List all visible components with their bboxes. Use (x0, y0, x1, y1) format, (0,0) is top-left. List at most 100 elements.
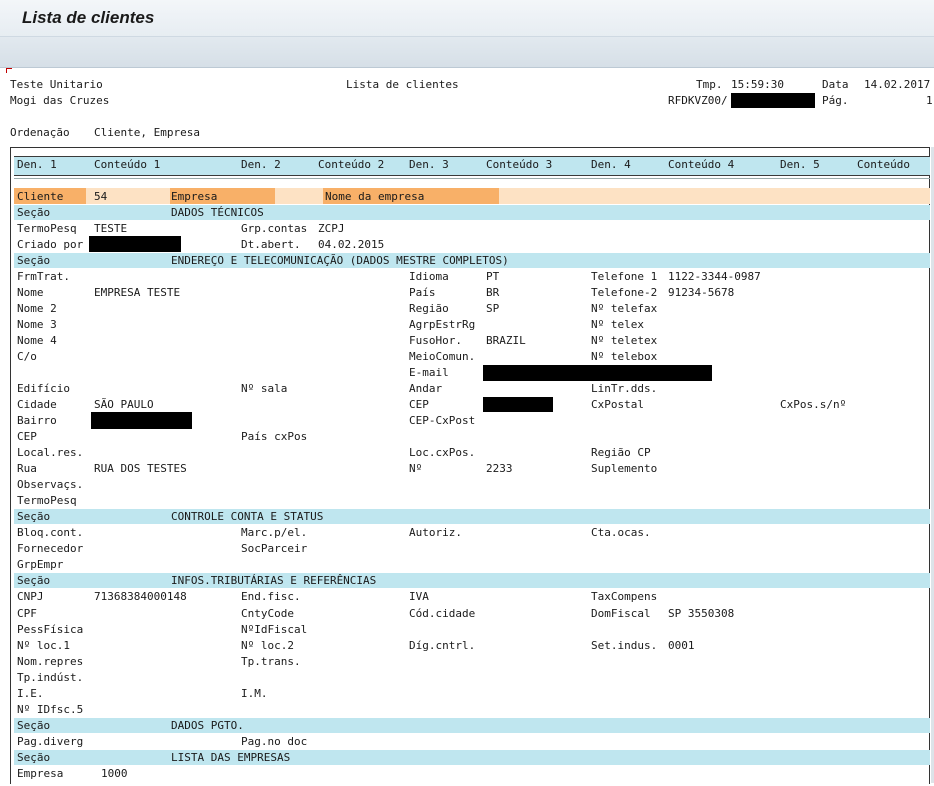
field-label: Nº teletex (591, 334, 658, 347)
field-label: Bloq.cont. (17, 526, 84, 539)
field-label: CNPJ (17, 590, 44, 603)
field-label: Nº telebox (591, 350, 658, 363)
section-label: Seção (17, 510, 51, 523)
field-label: CEP (409, 398, 429, 411)
section-title: ENDEREÇO E TELECOMUNICAÇÃO (DADOS MESTRE… (171, 254, 509, 267)
record-client-value[interactable]: 54 (94, 190, 107, 204)
field-value: SP (486, 302, 500, 315)
field-label: C/o (17, 350, 37, 363)
field-label: CEP (17, 430, 37, 443)
column-header[interactable]: Den. 4 (591, 158, 631, 172)
section-label: Seção (17, 574, 51, 587)
field-label: Edifício (17, 382, 70, 395)
column-header[interactable]: Conteúdo 3 (486, 158, 552, 172)
column-header[interactable]: Den. 2 (241, 158, 281, 172)
field-value: 04.02.2015 (318, 238, 385, 251)
field-label: Set.indus. (591, 639, 658, 652)
field-label: TermoPesq (17, 222, 77, 235)
column-header[interactable]: Den. 3 (409, 158, 449, 172)
field-label: Bairro (17, 414, 57, 427)
field-label: Loc.cxPos. (409, 446, 476, 459)
field-value: ZCPJ (318, 222, 345, 235)
field-label: CPF (17, 607, 37, 620)
field-label: Criado por (17, 238, 84, 251)
field-label: Cód.cidade (409, 607, 476, 620)
field-label: TaxCompens (591, 590, 658, 603)
field-label: CEP-CxPost (409, 414, 476, 427)
field-value: EMPRESA TESTE (94, 286, 181, 299)
record-client-label: Cliente (17, 190, 64, 203)
redacted-block (89, 236, 181, 252)
field-label: Pag.no doc (241, 735, 308, 748)
field-value: BR (486, 286, 500, 299)
field-label: Região (409, 302, 449, 315)
field-label: Díg.cntrl. (409, 639, 476, 652)
section-title: LISTA DAS EMPRESAS (171, 751, 291, 764)
field-label: End.fisc. (241, 590, 301, 603)
field-value: RUA DOS TESTES (94, 462, 187, 475)
field-value: 1000 (101, 767, 128, 780)
field-label: Autoriz. (409, 526, 462, 539)
field-label: Local.res. (17, 446, 84, 459)
field-label: Nome 2 (17, 302, 57, 315)
field-label: CntyCode (241, 607, 294, 620)
field-value: 2233 (486, 462, 513, 475)
field-label: Nº loc.1 (17, 639, 70, 652)
field-label: Cta.ocas. (591, 526, 651, 539)
section-title: DADOS TÉCNICOS (171, 206, 264, 219)
column-header[interactable]: Den. 5 (780, 158, 820, 172)
section-band (14, 718, 930, 733)
section-band (14, 205, 930, 220)
field-label: Nome 4 (17, 334, 57, 347)
sort-label: Ordenação (10, 126, 70, 139)
field-value: SÃO PAULO (94, 398, 154, 411)
field-label: Nº telex (591, 318, 644, 331)
field-label: LinTr.dds. (591, 382, 658, 395)
section-band (14, 509, 930, 524)
column-header[interactable]: Conteúdo (857, 158, 910, 172)
field-value: 71368384000148 (94, 590, 187, 603)
header-report-id: RFDKVZ00/ (668, 94, 728, 107)
section-title: CONTROLE CONTA E STATUS (171, 510, 324, 523)
field-label: Nº telefax (591, 302, 658, 315)
field-label: NºIdFiscal (241, 623, 308, 636)
field-label: Observaçs. (17, 478, 84, 491)
header-time-value: 15:59:30 (731, 78, 784, 91)
column-header[interactable]: Den. 1 (17, 158, 57, 172)
column-header[interactable]: Conteúdo 2 (318, 158, 384, 172)
column-header[interactable]: Conteúdo 1 (94, 158, 160, 172)
field-label: SocParceir (241, 542, 308, 555)
field-label: Nom.repres (17, 655, 84, 668)
field-label: MeioComun. (409, 350, 476, 363)
field-label: AgrpEstrRg (409, 318, 476, 331)
section-label: Seção (17, 751, 51, 764)
redacted-block (91, 412, 192, 429)
field-label: DomFiscal (591, 607, 651, 620)
field-label: I.M. (241, 687, 268, 700)
sort-value: Cliente, Empresa (94, 126, 200, 139)
header-company: Teste Unitario (10, 78, 103, 91)
section-label: Seção (17, 254, 51, 267)
field-label: Idioma (409, 270, 449, 283)
field-value: 0001 (668, 639, 695, 652)
section-band (14, 750, 930, 765)
field-label: Tp.trans. (241, 655, 301, 668)
application-toolbar (0, 37, 934, 68)
header-city: Mogi das Cruzes (10, 94, 110, 107)
field-label: Pag.diverg (17, 735, 84, 748)
field-label: Fornecedor (17, 542, 84, 555)
section-title: DADOS PGTO. (171, 719, 244, 732)
header-time-label: Tmp. (696, 78, 723, 91)
redacted-block (483, 365, 712, 381)
field-label: Nº IDfsc.5 (17, 703, 84, 716)
field-label: Cidade (17, 398, 57, 411)
field-label: País (409, 286, 436, 299)
column-header[interactable]: Conteúdo 4 (668, 158, 734, 172)
field-value: TESTE (94, 222, 128, 235)
field-label: FusoHor. (409, 334, 462, 347)
field-label: IVA (409, 590, 429, 603)
field-label: FrmTrat. (17, 270, 70, 283)
field-label: Nº loc.2 (241, 639, 294, 652)
field-label: TermoPesq (17, 494, 77, 507)
header-page-label: Pág. (822, 94, 849, 107)
